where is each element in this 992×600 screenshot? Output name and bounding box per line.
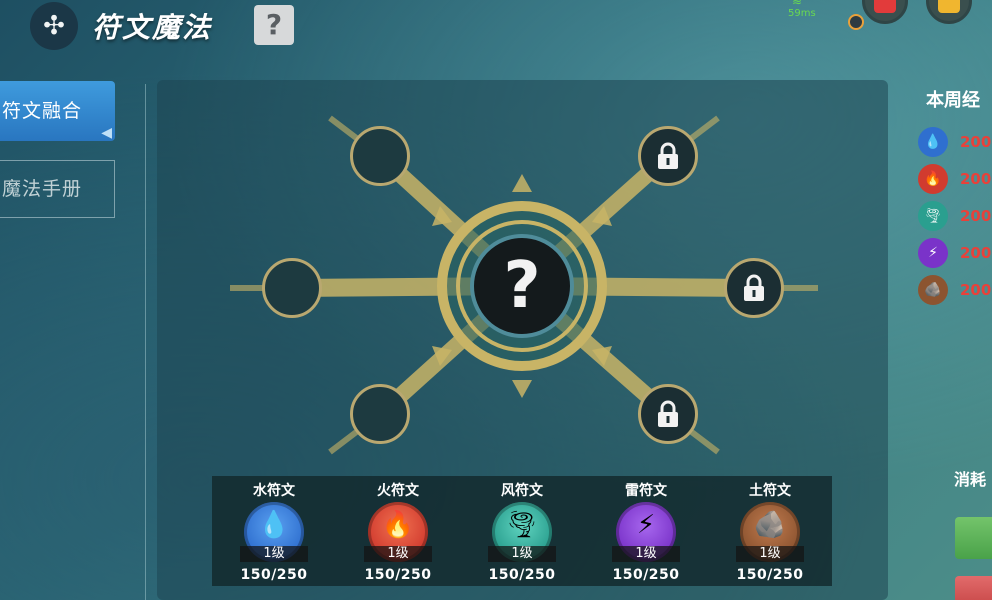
- tornado-icon: 🌪: [918, 201, 948, 231]
- heart-button[interactable]: [862, 0, 908, 24]
- rune-slot-left[interactable]: [262, 258, 322, 318]
- rune-inventory-bar: 水符文 💧 1级 150/250 火符文 🔥 1级 150/250 风符文 🌪 …: [212, 476, 832, 586]
- cancel-button[interactable]: [955, 576, 992, 600]
- tab-rune-fusion[interactable]: 符文融合 ◀: [0, 81, 115, 141]
- notification-badge: [848, 14, 864, 30]
- chat-button[interactable]: [926, 0, 972, 24]
- weekly-row-wind: 🌪 200: [918, 201, 992, 233]
- divider: [145, 84, 146, 600]
- chevron-left-icon: ◀: [101, 125, 113, 141]
- rune-count: 150/250: [612, 567, 680, 583]
- weekly-row-thunder: ⚡ 200: [918, 238, 992, 270]
- weekly-row-fire: 🔥 200: [918, 164, 992, 196]
- rune-level: 1级: [364, 546, 432, 562]
- weekly-value: 200: [960, 207, 992, 225]
- lock-icon: [658, 142, 678, 169]
- weekly-title: 本周经: [926, 90, 980, 111]
- flame-icon: 🔥: [918, 164, 948, 194]
- rune-item-water[interactable]: 水符文 💧 1级 150/250: [212, 476, 336, 586]
- rune-level: 1级: [612, 546, 680, 562]
- ping-readout: 59ms: [788, 8, 816, 19]
- lock-icon: [658, 400, 678, 427]
- rune-name: 风符文: [501, 483, 543, 499]
- weekly-row-water: 💧 200: [918, 127, 992, 159]
- rune-slot-bottom-left[interactable]: [350, 384, 410, 444]
- wifi-icon: ≋: [792, 0, 803, 8]
- confirm-button[interactable]: [955, 517, 992, 559]
- rune-slot-top-left[interactable]: [350, 126, 410, 186]
- page-title: 符文魔法: [92, 11, 213, 44]
- rune-item-thunder[interactable]: 雷符文 ⚡ 1级 150/250: [584, 476, 708, 586]
- lock-icon: [744, 274, 764, 301]
- rune-count: 150/250: [488, 567, 556, 583]
- weekly-row-earth: 🪨 200: [918, 275, 992, 307]
- rune-item-fire[interactable]: 火符文 🔥 1级 150/250: [336, 476, 460, 586]
- tab-magic-handbook-label: 魔法手册: [2, 178, 83, 200]
- heart-icon: [874, 0, 896, 13]
- rune-item-wind[interactable]: 风符文 🌪 1级 150/250: [460, 476, 584, 586]
- rune-slot-bottom-right-locked[interactable]: [638, 384, 698, 444]
- weekly-value: 200: [960, 170, 992, 188]
- tab-rune-fusion-label: 符文融合: [2, 100, 83, 122]
- rune-count: 150/250: [736, 567, 804, 583]
- weekly-value: 200: [960, 281, 992, 299]
- app-logo-icon: ✣: [30, 2, 78, 50]
- help-button[interactable]: ?: [254, 5, 294, 45]
- rune-item-earth[interactable]: 土符文 🪨 1级 150/250: [708, 476, 832, 586]
- fusion-result-slot[interactable]: ?: [470, 234, 574, 338]
- rune-name: 土符文: [749, 483, 791, 499]
- consume-label: 消耗: [954, 470, 987, 489]
- rune-slot-right-locked[interactable]: [724, 258, 784, 318]
- tab-magic-handbook[interactable]: 魔法手册: [0, 160, 115, 218]
- weekly-value: 200: [960, 133, 992, 151]
- rune-level: 1级: [240, 546, 308, 562]
- rune-level: 1级: [488, 546, 556, 562]
- weekly-value: 200: [960, 244, 992, 262]
- rune-name: 雷符文: [625, 483, 667, 499]
- rune-name: 火符文: [377, 483, 419, 499]
- rune-count: 150/250: [364, 567, 432, 583]
- rune-level: 1级: [736, 546, 804, 562]
- chat-icon: [938, 0, 960, 13]
- rock-icon: 🪨: [918, 275, 948, 305]
- water-drop-icon: 💧: [918, 127, 948, 157]
- rune-name: 水符文: [253, 483, 295, 499]
- rune-count: 150/250: [240, 567, 308, 583]
- rune-slot-top-right-locked[interactable]: [638, 126, 698, 186]
- lightning-icon: ⚡: [918, 238, 948, 268]
